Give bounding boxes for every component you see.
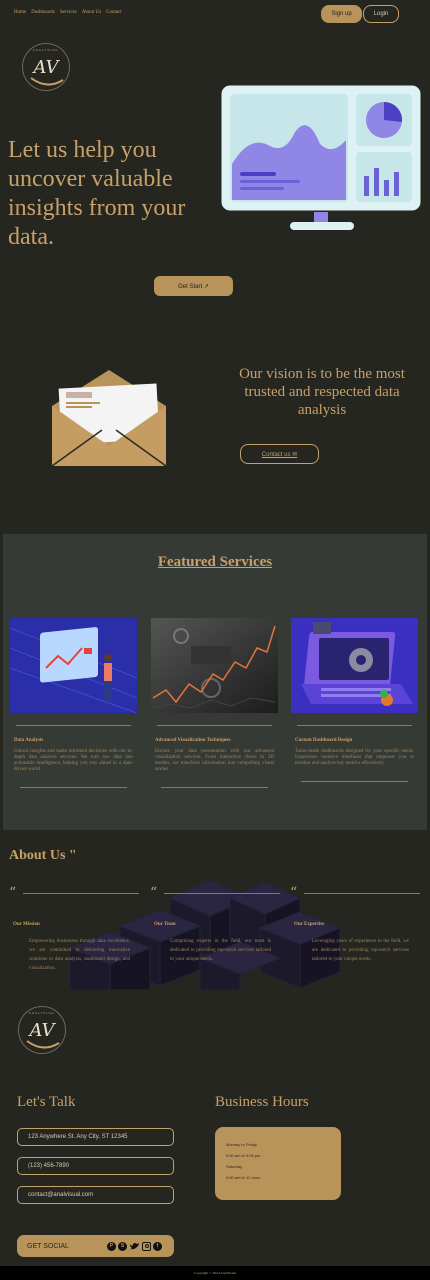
logo-swoosh-icon bbox=[26, 1040, 60, 1049]
visualization-image bbox=[151, 618, 278, 713]
login-button[interactable]: Login bbox=[363, 5, 399, 23]
social-label: GET SOCIAL bbox=[27, 1242, 69, 1250]
service-card: Custom Dashboard Design Tailor-made dash… bbox=[291, 618, 418, 782]
service-card: Data Analysis Unlock insights and make i… bbox=[9, 618, 138, 788]
dashboard-design-image bbox=[291, 618, 418, 713]
about-heading: Our Expertise bbox=[294, 922, 325, 927]
signup-button[interactable]: Sign up bbox=[321, 5, 362, 23]
divider bbox=[297, 725, 412, 726]
brand-logo[interactable]: ANALYSUAL AV bbox=[22, 43, 70, 91]
pinterest-icon[interactable]: P bbox=[107, 1241, 116, 1251]
service-title: Advanced Visualization Techniques bbox=[155, 738, 231, 743]
featured-services-section: Featured Services Data Analysis Unlock i… bbox=[3, 534, 427, 830]
footer-logo[interactable]: ANALYSUAL AV bbox=[18, 1006, 66, 1054]
about-heading: Our Mission bbox=[13, 922, 40, 927]
service-description: Unlock insights and make informed decisi… bbox=[14, 749, 133, 772]
skype-icon[interactable]: S bbox=[118, 1241, 127, 1251]
divider bbox=[304, 893, 420, 894]
service-card: Advanced Visualization Techniques Elevat… bbox=[151, 618, 278, 788]
business-hours-box: Monday to Friday 9:00 am to 9:00 pm Satu… bbox=[215, 1127, 341, 1200]
twitter-icon[interactable] bbox=[129, 1242, 140, 1251]
data-analysis-image bbox=[9, 618, 138, 714]
get-start-button[interactable]: Get Start ↗ bbox=[154, 276, 233, 296]
service-title: Custom Dashboard Design bbox=[295, 738, 353, 743]
about-team: “ Our Team Comprising experts in the fie… bbox=[150, 886, 280, 964]
nav-link-contact[interactable]: Contact bbox=[106, 10, 122, 15]
divider bbox=[157, 725, 272, 726]
service-description: Elevate your data presentation with our … bbox=[155, 749, 274, 772]
about-text: Empowering businesses through data excel… bbox=[29, 939, 130, 971]
about-heading: Our Team bbox=[154, 922, 176, 927]
hours-line: 9:00 am to 9:00 pm bbox=[226, 1153, 261, 1158]
contact-us-button[interactable]: Contact us ✉ bbox=[240, 444, 319, 464]
email-field[interactable]: contact@analvisual.com bbox=[17, 1186, 174, 1204]
address-field[interactable]: 123 Anywhere St. Any City, ST 12345 bbox=[17, 1128, 174, 1146]
nav-link-about[interactable]: About Us bbox=[82, 10, 101, 15]
divider bbox=[16, 725, 131, 726]
instagram-icon[interactable] bbox=[142, 1241, 151, 1251]
social-icons: P S f bbox=[107, 1241, 162, 1251]
nav-link-services[interactable]: Services bbox=[60, 10, 77, 15]
about-text: Comprising experts in the field, our tea… bbox=[170, 939, 271, 962]
about-mission: “ Our Mission Empowering businesses thro… bbox=[9, 886, 139, 973]
nav-link-home[interactable]: Home bbox=[14, 10, 26, 15]
business-hours-title: Business Hours bbox=[215, 1094, 309, 1110]
divider bbox=[164, 893, 280, 894]
hours-line: 9:00 am to 12 noon bbox=[226, 1175, 261, 1180]
envelope-illustration bbox=[51, 370, 167, 467]
monitor-illustration bbox=[221, 85, 421, 230]
phone-field[interactable]: (123) 456-7890 bbox=[17, 1157, 174, 1175]
hero-title: Let us help you uncover valuable insight… bbox=[8, 137, 186, 250]
hours-line: Monday to Friday bbox=[226, 1142, 257, 1147]
divider bbox=[23, 893, 139, 894]
lets-talk-title: Let's Talk bbox=[17, 1094, 76, 1110]
service-title: Data Analysis bbox=[14, 738, 44, 743]
hours-line: Saturday bbox=[226, 1164, 243, 1169]
vision-statement: Our vision is to be the most trusted and… bbox=[239, 366, 405, 418]
service-description: Tailor-made dashboards designed for your… bbox=[295, 749, 414, 766]
about-text: Leveraging years of experience in the fi… bbox=[312, 939, 409, 962]
services-title: Featured Services bbox=[157, 554, 273, 570]
about-expertise: “ Our Expertise Leveraging years of expe… bbox=[290, 886, 420, 964]
copyright-bar: Copyright © 2024 AnalVisual bbox=[0, 1266, 430, 1280]
facebook-icon[interactable]: f bbox=[153, 1241, 162, 1251]
top-nav: Home Dashboards Services About Us Contac… bbox=[14, 10, 122, 15]
divider bbox=[20, 787, 127, 788]
about-title: About Us " bbox=[9, 848, 77, 863]
social-bar: GET SOCIAL P S f bbox=[17, 1235, 174, 1257]
divider bbox=[161, 787, 268, 788]
nav-link-dashboards[interactable]: Dashboards bbox=[31, 10, 55, 15]
divider bbox=[301, 781, 408, 782]
logo-swoosh-icon bbox=[30, 77, 64, 86]
